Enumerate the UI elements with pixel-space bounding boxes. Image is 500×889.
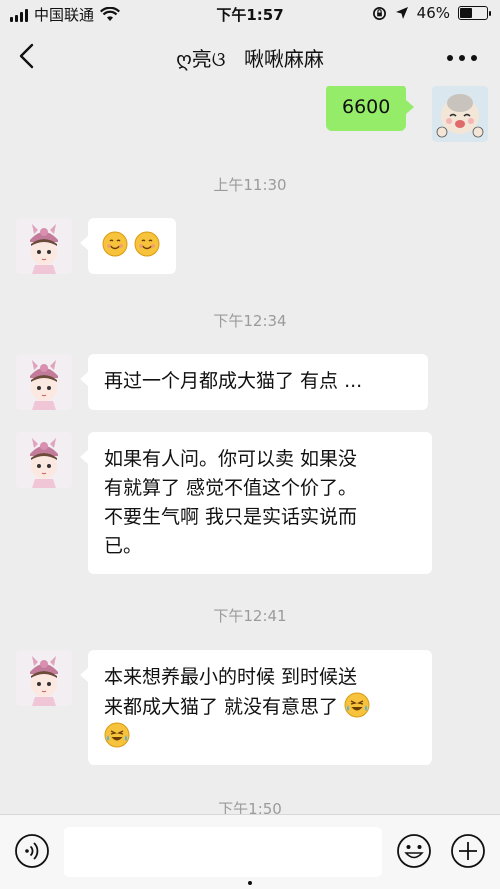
message-text: 再过一个月都成大猫了 有点 ... [104,370,363,392]
contact-avatar[interactable] [16,218,72,274]
battery-percent: 46% [416,4,450,22]
laugh-cry-emoji-icon [344,692,370,718]
timestamp: 下午12:34 [213,312,287,330]
more-icon[interactable] [442,46,482,70]
contact-message-bubble[interactable]: 再过一个月都成大猫了 有点 ... [80,354,428,410]
chat-title: ღ亮ଓ 啾啾麻麻 [0,43,500,72]
message-line: 本来想养最小的时候 到时候送 [104,666,358,688]
smile-emoji-icon [102,231,128,257]
message-line: 有就算了 感觉不值这个价了。 [104,477,358,499]
message-line: 来都成大猫了 就没有意思了 [104,696,339,718]
nav-bar: ღ亮ଓ 啾啾麻麻 [0,28,500,86]
timestamp: 下午12:41 [213,607,287,625]
timestamp: 上午11:30 [213,176,287,194]
message-text: 6600 [342,96,391,118]
message-line: 不要生气啊 我只是实话实说而 [104,506,358,528]
contact-message-bubble[interactable]: 如果有人问。你可以卖 如果没 有就算了 感觉不值这个价了。 不要生气啊 我只是实… [80,432,432,574]
laugh-cry-emoji-icon [104,722,130,748]
contact-avatar[interactable] [16,650,72,706]
message-line: 已。 [104,535,143,557]
message-input[interactable] [64,827,382,877]
timestamp: 下午1:50 [218,800,282,814]
contact-avatar[interactable] [16,354,72,410]
voice-icon[interactable] [14,833,50,869]
chat-area[interactable]: 6600 上午11:30 下午12:34 再过一个月都成大猫了 有点 ... 如… [0,86,500,814]
status-bar: 中国联通 下午1:57 46% [0,0,500,28]
chat-subtitle: 啾啾麻麻 [243,47,324,71]
emoji-icon[interactable] [396,833,432,869]
rotation-lock-icon [372,6,386,20]
input-bar [0,814,500,889]
my-message-bubble[interactable]: 6600 [326,86,415,131]
contact-message-bubble[interactable] [80,218,176,274]
contact-message-bubble[interactable]: 本来想养最小的时候 到时候送 来都成大猫了 就没有意思了 [80,650,432,765]
smile-emoji-icon [134,231,160,257]
status-right: 46% [372,4,491,22]
message-line: 如果有人问。你可以卖 如果没 [104,448,358,470]
my-avatar[interactable] [432,86,488,142]
contact-avatar[interactable] [16,432,72,488]
location-icon [395,7,408,19]
plus-icon[interactable] [450,833,486,869]
battery-icon [458,6,491,20]
home-indicator [248,881,252,885]
contact-name: ღ亮ଓ [176,47,226,71]
